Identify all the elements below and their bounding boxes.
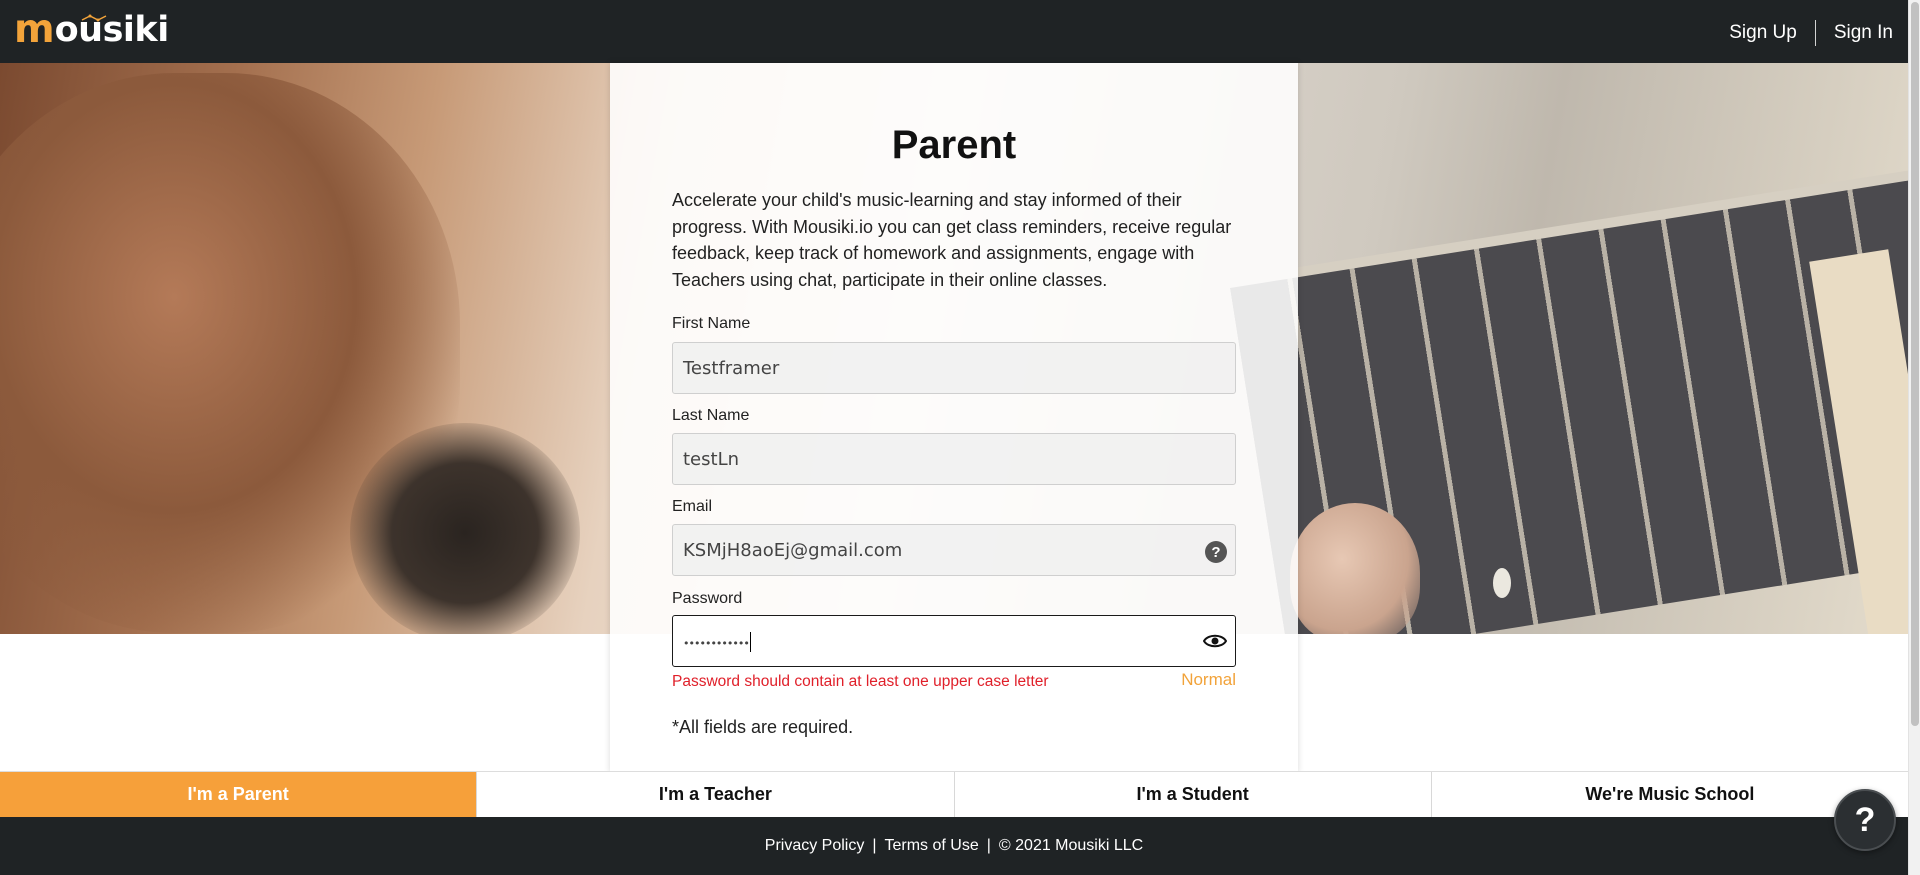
email-value: KSMjH8aoEj@gmail.com (683, 539, 903, 561)
tab-teacher[interactable]: I'm a Teacher (477, 772, 955, 817)
finger-shape (1290, 503, 1420, 634)
signup-card: Parent Accelerate your child's music-lea… (610, 63, 1298, 773)
music-notes-icon (81, 14, 107, 22)
sign-in-link[interactable]: Sign In (1834, 22, 1893, 44)
first-name-value: Testframer (683, 357, 780, 379)
privacy-policy-link[interactable]: Privacy Policy (765, 837, 865, 855)
password-strength: Normal (1181, 670, 1236, 689)
sign-up-link[interactable]: Sign Up (1729, 22, 1797, 44)
email-label: Email (672, 498, 713, 515)
logo-text: ousiki (54, 10, 170, 50)
copyright-text: © 2021 Mousiki LLC (998, 837, 1144, 854)
password-field[interactable]: •••••••••••• (672, 615, 1236, 667)
tab-student[interactable]: I'm a Student (955, 772, 1432, 817)
first-name-label: First Name (672, 315, 751, 332)
text-caret (749, 631, 751, 652)
last-name-value: testLn (683, 448, 740, 470)
mousiki-logo[interactable]: m ousiki (14, 7, 170, 52)
eye-icon[interactable] (1203, 632, 1227, 650)
footer-separator: | (986, 837, 991, 854)
page-title: Parent (891, 123, 1017, 167)
card-description: Accelerate your child's music-learning a… (672, 190, 1232, 290)
help-icon[interactable]: ? (1205, 541, 1227, 563)
password-error-message: Password should contain at least one upp… (672, 673, 1049, 690)
top-navbar: m ousiki Sign Up Sign In (0, 0, 1920, 63)
auth-nav: Sign Up Sign In (1729, 20, 1893, 46)
fret-marker (1493, 568, 1511, 598)
last-name-label: Last Name (672, 407, 750, 424)
logo-letter-m: m (14, 7, 55, 52)
nav-divider (1814, 20, 1816, 46)
tab-parent[interactable]: I'm a Parent (0, 772, 478, 817)
scrollbar-thumb[interactable] (1911, 2, 1919, 726)
role-tabs: I'm a Parent I'm a Teacher I'm a Student… (0, 771, 1908, 817)
last-name-field[interactable]: testLn (672, 433, 1236, 485)
footer-separator: | (872, 837, 877, 854)
page-scrollbar[interactable] (1908, 0, 1920, 875)
password-masked: •••••••••••• (683, 636, 750, 650)
password-value: •••••••••••• (683, 631, 1235, 652)
terms-of-use-link[interactable]: Terms of Use (885, 837, 979, 855)
first-name-field[interactable]: Testframer (672, 342, 1236, 394)
sound-hole-shape (350, 423, 580, 634)
help-bubble-icon[interactable]: ? (1834, 789, 1896, 851)
footer: Privacy Policy | Terms of Use | © 2021 M… (0, 817, 1908, 875)
password-label: Password (672, 590, 743, 607)
required-note: *All fields are required. (672, 717, 854, 737)
email-field[interactable]: KSMjH8aoEj@gmail.com ? (672, 524, 1236, 576)
